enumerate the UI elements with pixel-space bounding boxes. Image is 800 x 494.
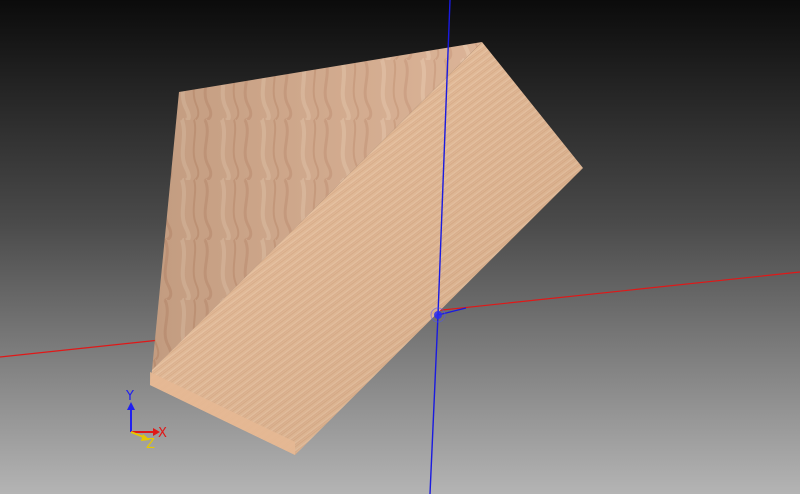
gizmo-y-label: Y xyxy=(125,389,134,404)
gizmo-x-label: X xyxy=(158,426,167,441)
3d-viewport[interactable]: Y X Z xyxy=(0,0,800,494)
3d-scene[interactable]: Y X Z xyxy=(0,0,800,494)
gizmo-z-label: Z xyxy=(146,437,155,452)
